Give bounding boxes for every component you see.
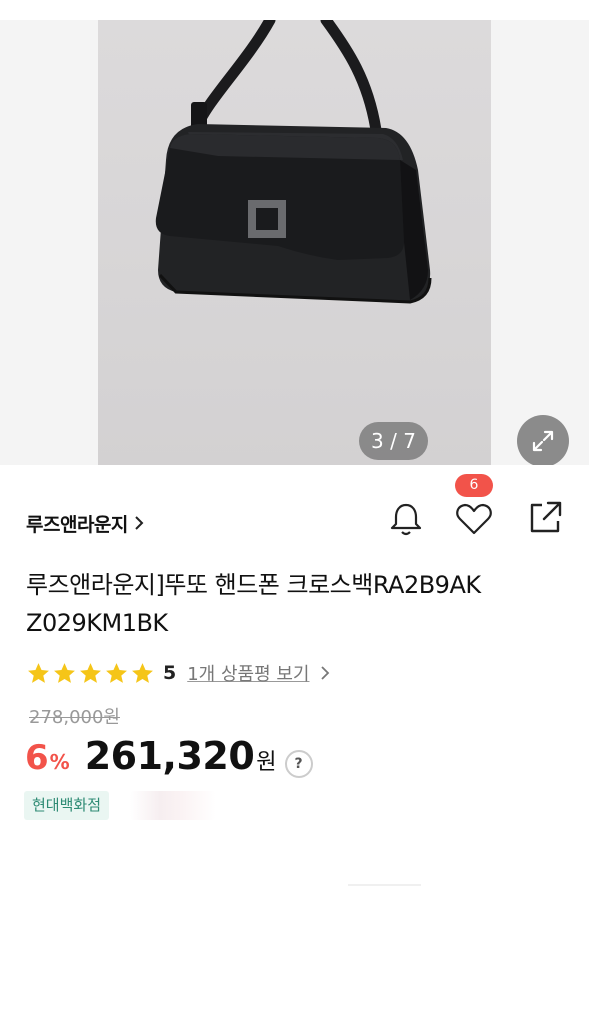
chevron-right-icon (134, 515, 144, 531)
brand-link[interactable]: 루즈앤라운지 (26, 505, 144, 541)
star-icon (28, 662, 49, 683)
sale-price: 261,320 (84, 734, 255, 778)
original-price: 278,000원 (29, 707, 120, 728)
star-icon (132, 662, 153, 683)
secondary-tag (130, 791, 216, 820)
price-help-icon[interactable]: ? (284, 750, 313, 778)
bell-icon (390, 503, 422, 536)
star-icon (80, 662, 101, 683)
product-photo[interactable]: 3 / 7 (98, 20, 491, 465)
rating-score: 5 (163, 662, 177, 684)
share-icon (530, 501, 562, 533)
currency-unit: 원 (256, 750, 277, 775)
rating-stars (26, 661, 155, 686)
product-title: 루즈앤라운지]뚜또 핸드폰 크로스백RA2B9AK Z029KM1BK (26, 566, 571, 642)
chevron-right-icon (320, 665, 330, 681)
product-title-line-2: Z029KM1BK (26, 609, 168, 637)
wishlist-count-badge: 6 (455, 474, 493, 497)
product-image-gallery[interactable]: 3 / 7 (0, 20, 589, 465)
system-nav-bar (0, 1008, 589, 1024)
bag-image (155, 20, 432, 304)
rating-row: 5 1개 상품평 보기 (26, 657, 330, 689)
heart-icon (456, 503, 492, 535)
expand-image-button[interactable] (517, 415, 569, 465)
star-icon (54, 662, 75, 683)
star-icon (106, 662, 127, 683)
price-row: 6 % 261,320 원 ? (25, 734, 313, 782)
expand-arrows-icon (532, 430, 554, 452)
store-tag: 현대백화점 (24, 791, 110, 820)
discount-rate: 6 (25, 738, 49, 778)
notification-button[interactable] (386, 499, 426, 539)
product-title-line-1: 루즈앤라운지]뚜또 핸드폰 크로스백RA2B9AK (26, 571, 481, 599)
image-counter: 3 / 7 (359, 422, 428, 460)
brand-name: 루즈앤라운지 (26, 513, 128, 536)
wishlist-button[interactable] (454, 499, 494, 539)
divider (348, 884, 421, 886)
top-bar (0, 0, 589, 21)
discount-percent-sign: % (49, 750, 70, 774)
share-button[interactable] (525, 497, 565, 537)
review-link[interactable]: 1개 상품평 보기 (187, 660, 309, 686)
